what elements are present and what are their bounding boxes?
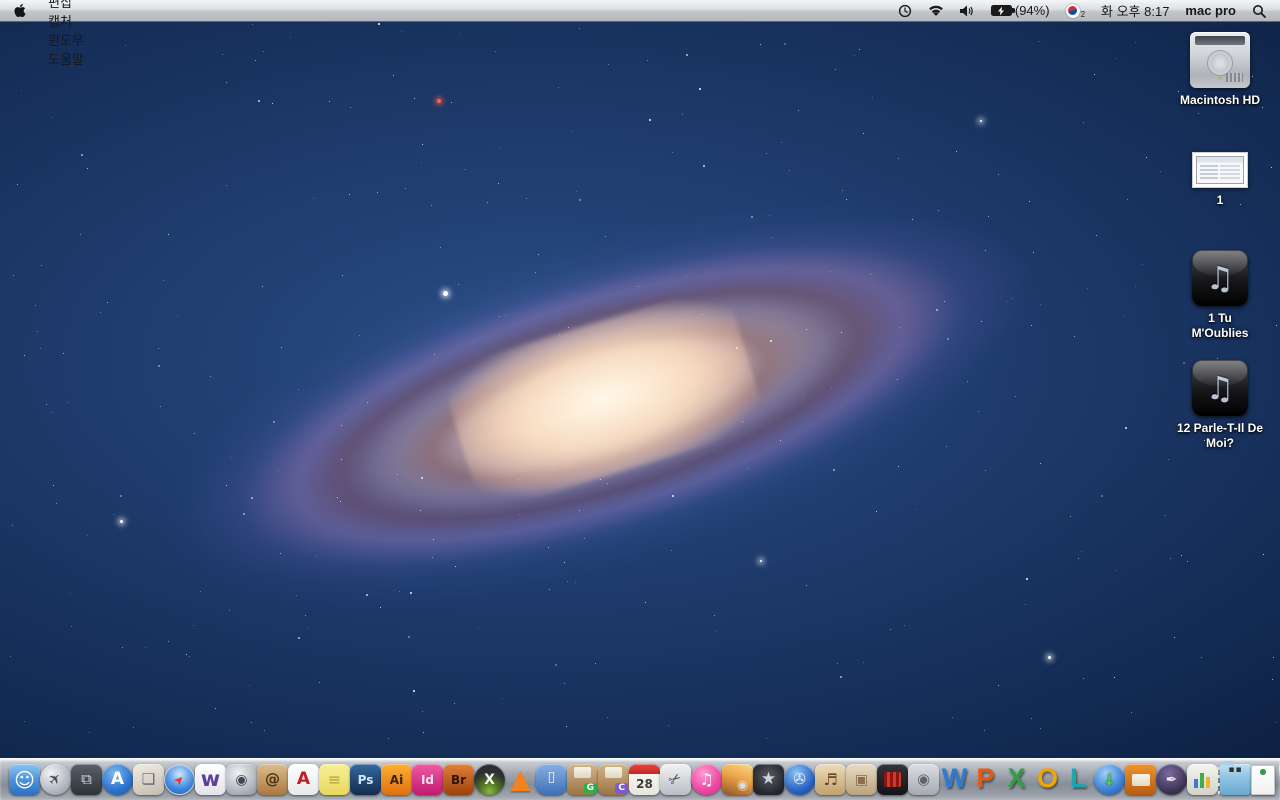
menu-bar: 화면 캡처파일편집캡처윈도우도움말 (94%) 2 — [0, 0, 1280, 67]
clock-menu[interactable]: 화 오후 8:17 — [1093, 0, 1177, 21]
volume-menu-icon[interactable] — [952, 0, 983, 21]
spotlight-menu[interactable] — [1244, 0, 1280, 21]
iphoto-icon[interactable]: ◉ — [722, 764, 753, 795]
apple-logo-icon — [14, 3, 26, 18]
menu-window[interactable]: 윈도우 — [38, 30, 109, 49]
desktop-icon-audio-2[interactable]: ♫ 12 Parle-T-Il De Moi? — [1158, 360, 1280, 451]
starfield — [0, 0, 1280, 800]
ical-icon[interactable]: 28 — [629, 764, 660, 795]
screenshot-file-icon — [1192, 152, 1248, 188]
preview-icon[interactable]: ❏ — [133, 764, 164, 795]
app-store-icon[interactable]: A — [102, 764, 133, 795]
desktop: 화면 캡처파일편집캡처윈도우도움말 (94%) 2 — [0, 0, 1280, 800]
desktop-icon-audio-1[interactable]: ♫ 1 Tu M'Oublies — [1158, 250, 1280, 341]
documents-stack-icon[interactable]: ● — [1251, 765, 1275, 795]
finder-icon[interactable]: ☺ — [9, 764, 40, 795]
spotlight-search-icon — [1253, 4, 1266, 18]
audio-file-icon: ♫ — [1192, 250, 1248, 306]
trash-icon[interactable] — [1275, 764, 1280, 795]
menu-help[interactable]: 도움말 — [38, 49, 109, 68]
input-source-menu[interactable]: 2 — [1058, 0, 1093, 21]
adobe-reader-icon[interactable]: A — [288, 764, 319, 795]
folder-stack-icon[interactable]: ▪▪ — [1220, 761, 1251, 795]
desktop-icon-screenshot-1[interactable]: 1 — [1158, 152, 1280, 208]
scrapbook-app-icon[interactable]: ▣ — [846, 764, 877, 795]
garageband-icon[interactable]: ♬ — [815, 764, 846, 795]
xee-image-viewer-icon[interactable]: X — [474, 764, 505, 795]
grab-icon[interactable]: ✂ — [660, 764, 691, 795]
galaxy-wallpaper — [0, 18, 1200, 792]
desktop-icon-macintosh-hd[interactable]: Macintosh HD — [1158, 32, 1280, 108]
wifi-menu-icon[interactable] — [920, 0, 952, 21]
input-source-badge: 2 — [1080, 10, 1086, 19]
pages-icon[interactable]: ✒ — [1156, 764, 1187, 795]
menu-capture[interactable]: 캡처 — [38, 11, 109, 30]
battery-icon — [990, 5, 1015, 16]
bridge-icon[interactable]: Br — [443, 764, 474, 795]
ms-excel-icon[interactable]: X — [1001, 761, 1032, 795]
itunes-icon[interactable]: ♫ — [691, 764, 722, 795]
ms-word-icon[interactable]: W — [939, 761, 970, 795]
download-manager-icon[interactable]: ↓ — [1094, 764, 1125, 795]
keynote-icon[interactable] — [1125, 764, 1156, 795]
launchpad-icon[interactable]: ✈ — [40, 764, 71, 795]
unarchiver-icon[interactable]: ▯ — [536, 764, 567, 795]
safari-icon[interactable]: ➤ — [164, 764, 195, 795]
user-menu[interactable]: mac pro — [1177, 0, 1244, 21]
vlc-icon[interactable]: ▲ — [505, 764, 536, 795]
username-text: mac pro — [1185, 3, 1236, 18]
apple-menu[interactable] — [0, 0, 38, 21]
archive-utility-green-icon[interactable]: G — [567, 764, 598, 795]
dock: ☺ ✈ ⧉ A ❏ ➤ w ◉ @ A ≡ Ps Ai Id Br X ▲ ▯ … — [0, 740, 1280, 800]
address-book-icon[interactable]: @ — [257, 764, 288, 795]
desktop-icon-label: 1 — [1216, 193, 1224, 207]
ms-outlook-icon[interactable]: O — [1032, 761, 1063, 795]
audio-file-icon: ♫ — [1192, 360, 1248, 416]
w-globe-app-icon[interactable]: w — [195, 764, 226, 795]
desktop-icon-label: 12 Parle-T-Il De Moi? — [1176, 421, 1264, 450]
stickies-icon[interactable]: ≡ — [319, 764, 350, 795]
idvd-icon[interactable] — [877, 764, 908, 795]
desktop-icon-label: Macintosh HD — [1179, 93, 1260, 107]
clock-text: 화 오후 8:17 — [1101, 4, 1170, 19]
photoshop-icon[interactable]: Ps — [350, 764, 381, 795]
korean-flag-icon — [1065, 3, 1080, 18]
emblem-utility-icon[interactable]: ◉ — [908, 764, 939, 795]
mission-control-icon[interactable]: ⧉ — [71, 764, 102, 795]
indesign-icon[interactable]: Id — [412, 764, 443, 795]
time-machine-menu-icon[interactable] — [890, 0, 920, 21]
menu-edit[interactable]: 편집 — [38, 0, 109, 11]
hard-drive-icon — [1190, 32, 1250, 88]
imovie-icon[interactable]: ★ — [753, 764, 784, 795]
desktop-icon-label: 1 Tu M'Oublies — [1191, 311, 1249, 340]
ms-powerpoint-icon[interactable]: P — [970, 761, 1001, 795]
battery-menu-item[interactable]: (94%) — [983, 0, 1058, 21]
ms-lync-icon[interactable]: L — [1063, 761, 1094, 795]
facetime-icon[interactable]: ◉ — [226, 764, 257, 795]
battery-percent: (94%) — [1014, 3, 1050, 18]
mplayerx-icon[interactable]: ✇ — [784, 764, 815, 795]
numbers-icon[interactable] — [1187, 764, 1218, 795]
illustrator-icon[interactable]: Ai — [381, 764, 412, 795]
archive-utility-purple-icon[interactable]: C — [598, 764, 629, 795]
